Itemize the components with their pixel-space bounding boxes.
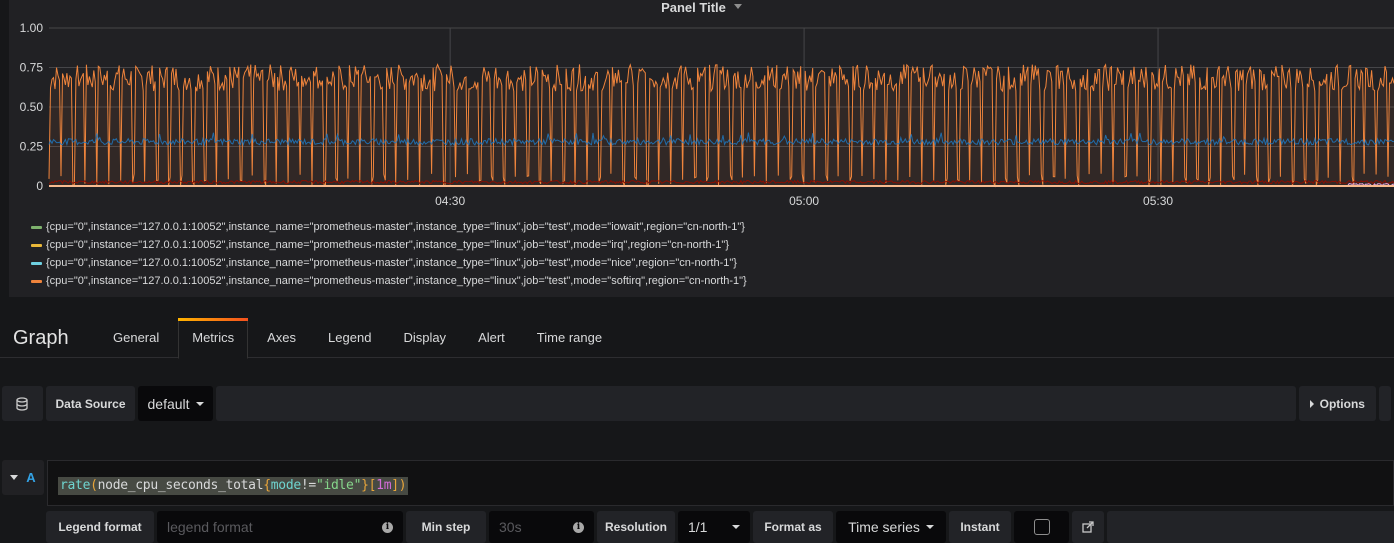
info-icon[interactable]: i	[382, 521, 393, 533]
resolution-select[interactable]: 1/1	[678, 511, 750, 543]
legend: {cpu="0",instance="127.0.0.1:10052",inst…	[31, 218, 747, 290]
query-paren: (	[90, 478, 98, 493]
query-range: 1m	[376, 478, 392, 493]
info-icon[interactable]: i	[573, 521, 584, 533]
query-input[interactable]: rate(node_cpu_seconds_total{mode!="idle"…	[47, 460, 1394, 506]
legend-label[interactable]: {cpu="0",instance="127.0.0.1:10052",inst…	[46, 239, 729, 251]
datasource-spacer	[215, 386, 1296, 421]
options-label: Options	[1319, 396, 1365, 411]
legend-format-placeholder: legend format	[167, 519, 253, 535]
query-ref-id: A	[26, 470, 36, 485]
resolution-value: 1/1	[688, 519, 708, 535]
query-brace: }	[361, 478, 369, 493]
tab-metrics[interactable]: Metrics	[178, 318, 249, 359]
legend-item[interactable]: {cpu="0",instance="127.0.0.1:10052",inst…	[31, 236, 747, 254]
format-as-label: Format as	[753, 511, 833, 543]
panel-edge	[1379, 386, 1392, 421]
query-fn: rate	[60, 478, 91, 493]
legend-swatch[interactable]	[31, 261, 42, 265]
query-metric: node_cpu_seconds_total	[97, 478, 264, 493]
legend-format-input[interactable]: legend format i	[157, 511, 403, 543]
graph-panel: Panel Title 0 0.25 0.50 0.75 1.00 04:30 05:00 0…	[9, 0, 1394, 297]
query-label-value: "idle"	[315, 478, 362, 493]
query-label-name: mode	[270, 478, 301, 493]
format-as-value: Time series	[848, 519, 920, 535]
query-op: !=	[300, 478, 316, 493]
tab-legend[interactable]: Legend	[315, 318, 384, 358]
datasource-label: Data Source	[45, 386, 136, 421]
y-tick-label: 0	[36, 179, 43, 193]
y-tick-label: 0.50	[20, 100, 44, 114]
instant-label: Instant	[949, 511, 1011, 543]
editor-title: Graph	[13, 327, 69, 349]
query-inspector-button[interactable]	[1072, 511, 1104, 543]
caret-right-icon	[1309, 399, 1314, 408]
editor-tabs: General Metrics Axes Legend Display Alert Time…	[100, 318, 621, 359]
share-icon	[1082, 521, 1094, 533]
caret-down-icon	[10, 475, 19, 480]
datasource-value: default	[147, 395, 190, 412]
query-brace: {	[263, 478, 271, 493]
resolution-label: Resolution	[597, 511, 675, 543]
options-button[interactable]: Options	[1298, 386, 1377, 421]
x-tick-label: 05:30	[1143, 194, 1173, 208]
min-step-placeholder: 30s	[499, 519, 522, 535]
legend-label[interactable]: {cpu="0",instance="127.0.0.1:10052",inst…	[46, 275, 747, 287]
editor-header: Graph General Metrics Axes Legend Display Ale…	[0, 318, 1394, 359]
query-expression: rate(node_cpu_seconds_total{mode!="idle"…	[58, 477, 409, 495]
min-step-label: Min step	[406, 511, 486, 543]
instant-checkbox-cell	[1014, 511, 1069, 543]
tab-general[interactable]: General	[100, 318, 172, 358]
tab-display[interactable]: Display	[390, 318, 459, 358]
format-as-select[interactable]: Time series	[836, 511, 946, 543]
query-options-row: Legend format legend format i Min step 30…	[46, 511, 1394, 543]
options-spacer	[1107, 511, 1394, 543]
legend-label[interactable]: {cpu="0",instance="127.0.0.1:10052",inst…	[46, 221, 745, 233]
legend-item[interactable]: {cpu="0",instance="127.0.0.1:10052",inst…	[31, 218, 747, 236]
query-paren: )	[398, 478, 407, 493]
y-tick-label: 1.00	[20, 21, 44, 35]
caret-down-icon	[925, 525, 934, 529]
x-tick-label: 05:00	[789, 194, 819, 208]
legend-item[interactable]: {cpu="0",instance="127.0.0.1:10052",inst…	[31, 254, 747, 272]
datasource-row: Data Source default Options	[2, 386, 1394, 421]
legend-swatch[interactable]	[31, 279, 42, 283]
query-toggle[interactable]: A	[2, 460, 44, 495]
caret-down-icon	[732, 525, 740, 529]
query-bracket: ]	[391, 478, 399, 493]
tab-alert[interactable]: Alert	[465, 318, 518, 358]
legend-swatch[interactable]	[31, 225, 42, 229]
min-step-input[interactable]: 30s i	[489, 511, 594, 543]
instant-checkbox[interactable]	[1033, 519, 1050, 535]
caret-down-icon	[195, 401, 204, 406]
tab-axes[interactable]: Axes	[254, 318, 309, 358]
tab-time-range[interactable]: Time range	[524, 318, 615, 358]
y-tick-label: 0.25	[20, 140, 44, 154]
x-tick-label: 04:30	[435, 194, 465, 208]
y-tick-label: 0.75	[20, 61, 44, 75]
database-icon	[2, 386, 43, 421]
datasource-select[interactable]: default	[138, 386, 213, 421]
legend-label[interactable]: {cpu="0",instance="127.0.0.1:10052",inst…	[46, 257, 737, 269]
legend-format-label: Legend format	[46, 511, 154, 543]
legend-item[interactable]: {cpu="0",instance="127.0.0.1:10052",inst…	[31, 272, 747, 290]
legend-swatch[interactable]	[31, 243, 42, 247]
chart[interactable]: 00.250.500.751.0004:3005:0005:3006:0006:…	[9, 0, 1394, 210]
